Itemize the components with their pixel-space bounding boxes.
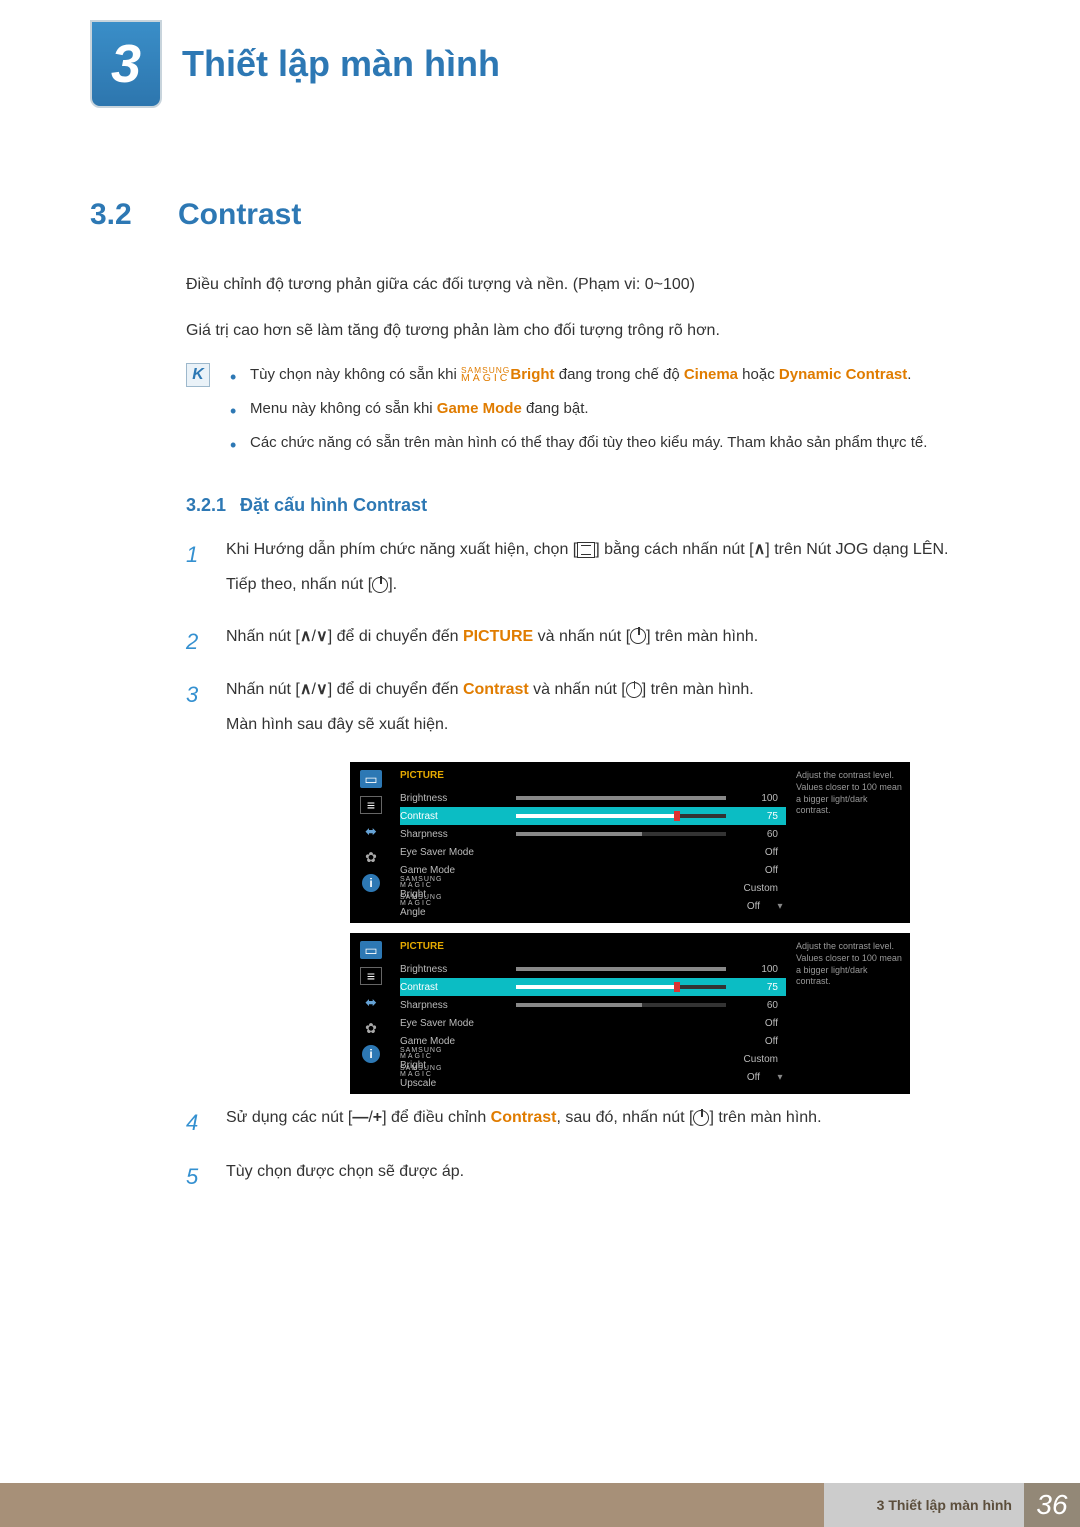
section-header: 3.2 Contrast: [90, 198, 990, 232]
note-box: K Tùy chọn này không có sẵn khi SAMSUNGM…: [186, 363, 990, 465]
gear-icon: ✿: [360, 848, 382, 866]
steps-list: 1 Khi Hướng dẫn phím chức năng xuất hiện…: [186, 536, 990, 746]
info-icon: i: [362, 1045, 380, 1063]
page-number: 36: [1024, 1483, 1080, 1527]
osd-help-text: Adjust the contrast level. Values closer…: [790, 933, 910, 1094]
osd-title: PICTURE: [400, 941, 786, 952]
step-4: 4 Sử dụng các nút [—/+] để điều chỉnh Co…: [186, 1104, 990, 1141]
subsection-header: 3.2.1 Đặt cấu hình Contrast: [186, 495, 990, 516]
intro-paragraph-2: Giá trị cao hơn sẽ làm tăng độ tương phả…: [186, 318, 990, 344]
footer-chapter-label: 3 Thiết lập màn hình: [824, 1483, 1024, 1527]
power-icon: [626, 682, 642, 698]
intro-paragraph-1: Điều chỉnh độ tương phản giữa các đối tư…: [186, 272, 990, 298]
osd-row-eyesaver: Eye Saver ModeOff: [400, 843, 786, 861]
note-item-1: Tùy chọn này không có sẵn khi SAMSUNGMAG…: [230, 363, 927, 387]
osd-row-sharpness: Sharpness60: [400, 825, 786, 843]
osd-sidebar: ▭ ≡ ⬌ ✿ i: [350, 933, 392, 1094]
osd-help-text: Adjust the contrast level. Values closer…: [790, 762, 910, 923]
note-item-3: Các chức năng có sẵn trên màn hình có th…: [230, 431, 927, 455]
step-number: 2: [186, 623, 206, 660]
up-icon: ∧: [300, 628, 312, 645]
resize-icon: ⬌: [360, 993, 382, 1011]
step-number: 3: [186, 676, 206, 746]
step-1: 1 Khi Hướng dẫn phím chức năng xuất hiện…: [186, 536, 990, 606]
chevron-down-icon: ▾: [774, 901, 786, 912]
osd-screenshot-2: ▭ ≡ ⬌ ✿ i PICTURE Brightness100 Contrast…: [350, 933, 990, 1094]
step-2: 2 Nhấn nút [∧/∨] để di chuyển đến PICTUR…: [186, 623, 990, 660]
step-3: 3 Nhấn nút [∧/∨] để di chuyển đến Contra…: [186, 676, 990, 746]
subsection-title: Đặt cấu hình Contrast: [240, 495, 427, 516]
up-icon: ∧: [754, 541, 766, 558]
osd-row-contrast: Contrast75: [400, 807, 786, 825]
section-title: Contrast: [178, 198, 301, 232]
power-icon: [372, 577, 388, 593]
subsection-number: 3.2.1: [186, 495, 226, 516]
osd-main-panel: PICTURE Brightness100 Contrast75 Sharpne…: [392, 933, 790, 1094]
osd-row-brightness: Brightness100: [400, 789, 786, 807]
down-icon: ∨: [316, 628, 328, 645]
osd-title: PICTURE: [400, 770, 786, 781]
up-icon: ∧: [300, 681, 312, 698]
osd-row-brightness: Brightness100: [400, 960, 786, 978]
samsung-magic-label: SAMSUNGMAGIC: [461, 367, 510, 384]
chapter-header: 3 Thiết lập màn hình: [90, 20, 990, 108]
step-number: 4: [186, 1104, 206, 1141]
chapter-number-tab: 3: [90, 20, 162, 108]
note-list: Tùy chọn này không có sẵn khi SAMSUNGMAG…: [230, 363, 927, 465]
chevron-down-icon: ▾: [774, 1072, 786, 1083]
osd-row-magicangle: SAMSUNGMAGICAngleOff▾: [400, 897, 786, 915]
note-item-2: Menu này không có sẵn khi Game Mode đang…: [230, 397, 927, 421]
monitor-icon: ▭: [360, 941, 382, 959]
step-5: 5 Tùy chọn được chọn sẽ được áp.: [186, 1158, 990, 1195]
note-icon: K: [186, 363, 210, 387]
list-icon: ≡: [360, 796, 382, 814]
menu-icon: [577, 542, 595, 558]
gear-icon: ✿: [360, 1019, 382, 1037]
osd-row-magicupscale: SAMSUNGMAGICUpscaleOff▾: [400, 1068, 786, 1086]
section-number: 3.2: [90, 198, 154, 232]
resize-icon: ⬌: [360, 822, 382, 840]
osd-screenshot-1: ▭ ≡ ⬌ ✿ i PICTURE Brightness100 Contrast…: [350, 762, 990, 923]
step-number: 5: [186, 1158, 206, 1195]
page-footer: 3 Thiết lập màn hình 36: [0, 1483, 1080, 1527]
osd-sidebar: ▭ ≡ ⬌ ✿ i: [350, 762, 392, 923]
osd-row-contrast: Contrast75: [400, 978, 786, 996]
down-icon: ∨: [316, 681, 328, 698]
footer-bar: [0, 1483, 824, 1527]
power-icon: [693, 1110, 709, 1126]
step-number: 1: [186, 536, 206, 606]
osd-row-eyesaver: Eye Saver ModeOff: [400, 1014, 786, 1032]
steps-list-continued: 4 Sử dụng các nút [—/+] để điều chỉnh Co…: [186, 1104, 990, 1195]
power-icon: [630, 628, 646, 644]
info-icon: i: [362, 874, 380, 892]
chapter-title: Thiết lập màn hình: [182, 43, 500, 85]
monitor-icon: ▭: [360, 770, 382, 788]
list-icon: ≡: [360, 967, 382, 985]
osd-main-panel: PICTURE Brightness100 Contrast75 Sharpne…: [392, 762, 790, 923]
osd-row-sharpness: Sharpness60: [400, 996, 786, 1014]
